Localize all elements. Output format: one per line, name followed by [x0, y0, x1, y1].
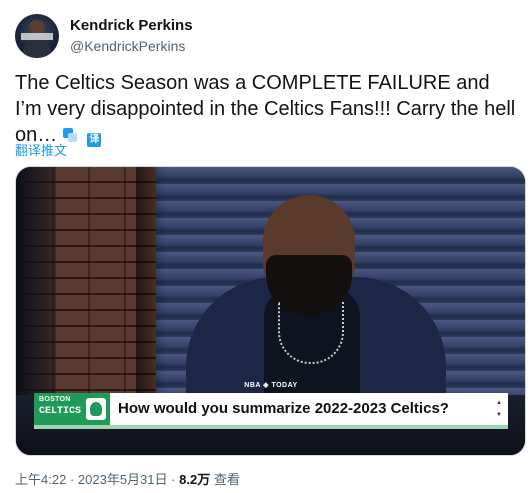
tweet-text: The Celtics Season was a COMPLETE FAILUR…: [15, 70, 520, 148]
person-chain: [278, 302, 344, 364]
translate-tweet-link[interactable]: 翻译推文: [15, 140, 67, 159]
celtics-logo-icon: [86, 398, 106, 420]
tweet-meta: 上午4:22 · 2023年5月31日 · 8.2万 查看: [15, 469, 240, 488]
author-handle[interactable]: @KendrickPerkins: [70, 38, 185, 54]
views-label: 查看: [213, 472, 240, 487]
lower-third-banner: BOSTON CELTICS How would you summarize 2…: [34, 393, 508, 425]
team-box: BOSTON CELTICS: [34, 393, 110, 425]
nba-today-logo: NBA ◈ TODAY: [244, 382, 298, 389]
team-name: CELTICS: [39, 406, 82, 417]
author-name[interactable]: Kendrick Perkins: [70, 17, 193, 34]
views-count[interactable]: 8.2万: [179, 472, 210, 487]
ticker-arrows-icon: ▲ ▼: [496, 400, 502, 418]
tweet-time[interactable]: 上午4:22: [15, 472, 66, 487]
tweet-media[interactable]: NBA ◈ TODAY BOSTON CELTICS How would you…: [15, 166, 526, 456]
team-city: BOSTON: [39, 396, 71, 403]
tweet-date[interactable]: 2023年5月31日: [78, 472, 168, 487]
lower-third-underline: [34, 425, 508, 429]
avatar-body-shape: [23, 40, 51, 58]
avatar-banner-strip: [21, 33, 53, 40]
lower-third-question: How would you summarize 2022-2023 Celtic…: [118, 400, 449, 417]
meta-separator: ·: [69, 472, 75, 487]
meta-separator: ·: [171, 472, 176, 487]
avatar-head-shape: [29, 20, 45, 34]
avatar[interactable]: [15, 14, 59, 58]
translate-badge-icon: 译: [87, 133, 102, 147]
